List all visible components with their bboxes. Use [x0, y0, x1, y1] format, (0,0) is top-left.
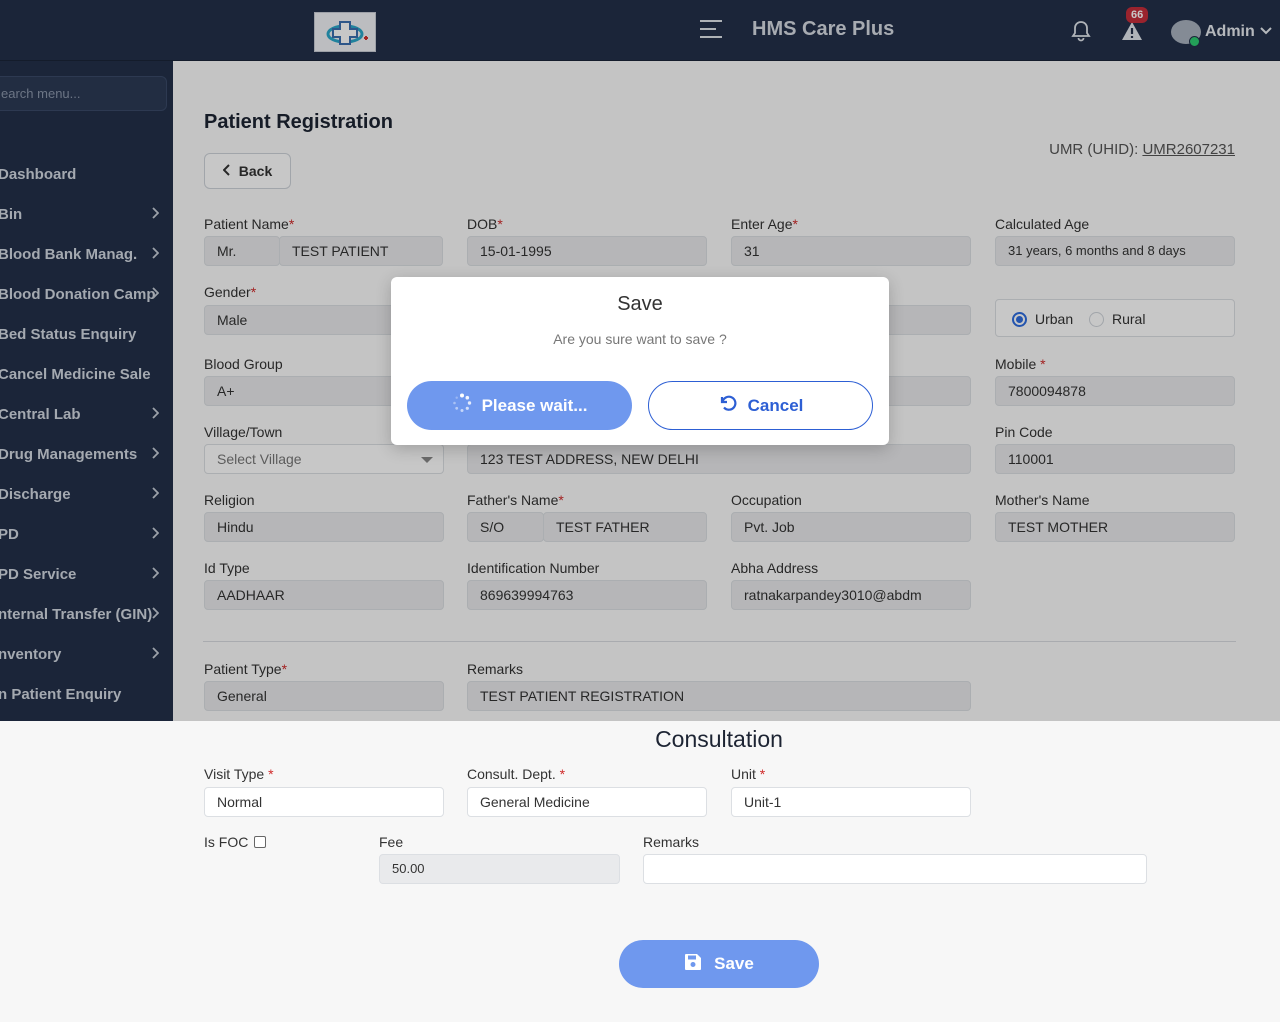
- please-wait-button[interactable]: Please wait...: [407, 381, 632, 430]
- consult-remarks-input[interactable]: [643, 854, 1147, 884]
- save-button[interactable]: Save: [619, 940, 819, 988]
- cancel-label: Cancel: [747, 395, 804, 415]
- save-confirm-dialog: Save Are you sure want to save ? Please …: [391, 277, 889, 445]
- please-wait-label: Please wait...: [481, 395, 588, 415]
- save-label: Save: [714, 954, 754, 973]
- unit-select[interactable]: Unit-1: [731, 787, 971, 817]
- floppy-disk-icon: [684, 953, 702, 976]
- is-foc-label: Is FOC: [204, 834, 267, 850]
- undo-icon: [718, 393, 738, 418]
- unit-label: Unit *: [731, 766, 766, 782]
- consultation-title: Consultation: [655, 726, 783, 752]
- consult-dept-select[interactable]: General Medicine: [467, 787, 707, 817]
- dialog-title: Save: [617, 293, 663, 315]
- cancel-button[interactable]: Cancel: [648, 381, 873, 430]
- dialog-message: Are you sure want to save ?: [553, 331, 727, 347]
- consult-remarks-label: Remarks: [643, 834, 700, 850]
- fee-label: Fee: [379, 834, 404, 850]
- spinner-icon: [452, 393, 472, 418]
- visit-type-label: Visit Type *: [204, 766, 274, 782]
- visit-type-select[interactable]: Normal: [204, 787, 444, 817]
- is-foc-checkbox[interactable]: [254, 836, 267, 848]
- fee-field: 50.00: [379, 854, 620, 884]
- consult-dept-label: Consult. Dept. *: [467, 766, 566, 782]
